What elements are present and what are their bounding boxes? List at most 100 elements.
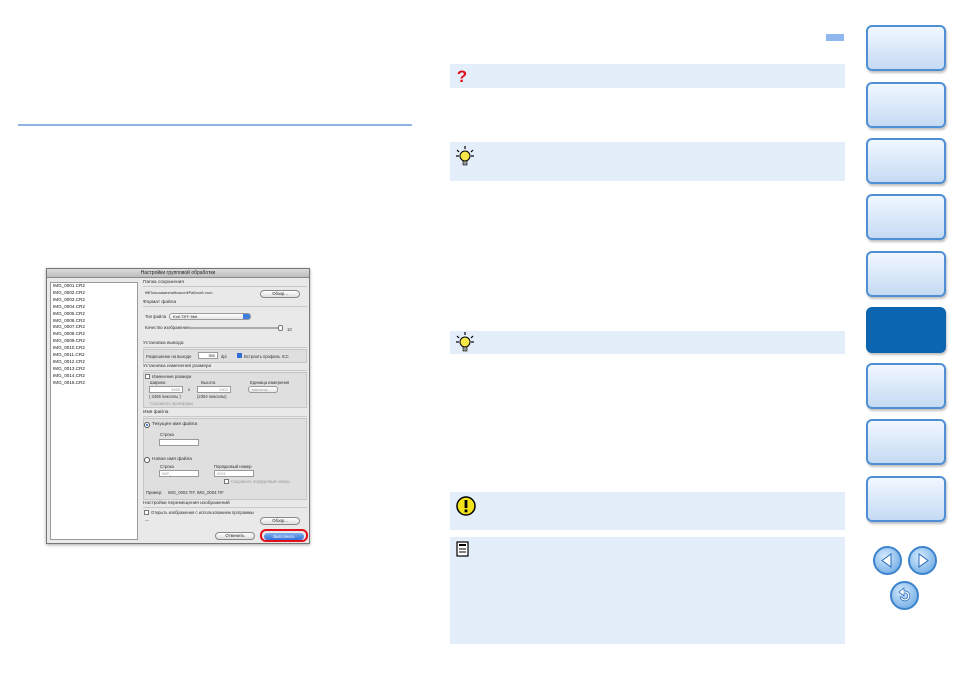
save-folder-path: ¥¥Пользователи¥canon¥Рабочий стол xyxy=(145,291,213,295)
file-list-item[interactable]: IMG_0014.CR2 xyxy=(51,373,137,380)
lightbulb-icon xyxy=(456,146,474,166)
x-sign: x xyxy=(188,387,191,392)
svg-text:?: ? xyxy=(457,68,467,84)
question-box: ? xyxy=(450,64,845,88)
quality-label: Качество изображения xyxy=(145,325,190,330)
resize-checkbox-label: Изменение размера xyxy=(152,374,192,379)
file-list-item[interactable]: IMG_0001.CR2 xyxy=(51,283,137,290)
filename-box: Текущее имя файла Строка Новое имя файла… xyxy=(143,418,307,500)
file-list-item[interactable]: IMG_0013.CR2 xyxy=(51,366,137,373)
execute-highlight: Выполнить xyxy=(260,529,308,542)
new-string-label: Строка xyxy=(160,464,174,469)
memo-icon xyxy=(456,541,469,557)
arrow-left-icon xyxy=(881,553,892,568)
tip-box-2 xyxy=(450,331,845,354)
quality-slider-thumb[interactable] xyxy=(278,325,283,331)
width-px: ( 3456 пикселы ) xyxy=(149,394,181,399)
chevron-down-icon xyxy=(243,314,250,319)
new-name-label: Новое имя файла xyxy=(152,457,192,462)
next-page-button[interactable] xyxy=(908,546,937,575)
arrow-right-icon xyxy=(918,553,929,568)
string-field[interactable] xyxy=(159,439,199,446)
file-type-label: Тип файла xyxy=(145,314,167,319)
open-with-label: Открыть изображения с использованием про… xyxy=(151,510,254,515)
execute-button[interactable]: Выполнить xyxy=(264,533,304,540)
nav-tab-6-active[interactable] xyxy=(866,307,946,353)
example-label: Пример: xyxy=(146,490,163,495)
keep-serial-checkbox[interactable] xyxy=(224,479,229,484)
file-type-select[interactable]: Exif-TIFF 8bit xyxy=(169,313,251,320)
quality-value: 10 xyxy=(287,327,292,332)
dialog-title: Настройки групповой обработки xyxy=(47,269,309,278)
resolution-label: Разрешение на выходе xyxy=(146,354,192,359)
new-string-field[interactable]: IMP_ xyxy=(159,470,199,477)
nav-tab-1[interactable] xyxy=(866,25,946,71)
nav-tab-4[interactable] xyxy=(866,194,946,240)
tip-box-1 xyxy=(450,142,845,181)
serial-label: Порядковый номер xyxy=(214,464,252,469)
file-list-item[interactable]: IMG_0008.CR2 xyxy=(51,331,137,338)
browse-button[interactable]: Обзор... xyxy=(260,290,300,298)
unit-select[interactable]: пикселы xyxy=(248,386,278,393)
return-icon xyxy=(898,587,911,602)
section-rule xyxy=(18,124,412,126)
output-box: Разрешение на выходе 350 dpi Встроить пр… xyxy=(143,349,307,363)
keep-serial-label: Сохранить порядковый номер xyxy=(231,479,290,484)
file-list-item[interactable]: IMG_0003.CR2 xyxy=(51,297,137,304)
file-list-item[interactable]: IMG_0010.CR2 xyxy=(51,345,137,352)
resize-box: Изменение размера Ширина Высота Единица … xyxy=(143,372,307,408)
file-list-item[interactable]: IMG_0004.CR2 xyxy=(51,304,137,311)
resolution-field[interactable]: 350 xyxy=(198,352,218,359)
save-folder-heading: Папка сохранения xyxy=(143,280,307,287)
lightbulb-icon xyxy=(456,332,474,352)
height-label: Высота xyxy=(201,380,216,385)
nav-tab-2[interactable] xyxy=(866,82,946,128)
prev-page-button[interactable] xyxy=(873,546,902,575)
current-name-radio[interactable] xyxy=(144,422,150,428)
caution-icon xyxy=(456,496,476,516)
resolution-unit: dpi xyxy=(221,354,227,359)
file-list-item[interactable]: IMG_0009.CR2 xyxy=(51,338,137,345)
quality-slider[interactable] xyxy=(188,325,283,331)
nav-tab-8[interactable] xyxy=(866,419,946,465)
cancel-button[interactable]: Отменить xyxy=(215,532,255,540)
file-list[interactable]: IMG_0001.CR2 IMG_0002.CR2 IMG_0003.CR2 IMG_… xyxy=(50,282,138,540)
transfer-dash: --- xyxy=(145,518,150,523)
note-box xyxy=(450,537,845,644)
icc-checkbox[interactable] xyxy=(237,353,242,358)
output-heading: Установка вывода xyxy=(143,341,307,348)
file-list-item[interactable]: IMG_0002.CR2 xyxy=(51,290,137,297)
file-list-item[interactable]: IMG_0012.CR2 xyxy=(51,359,137,366)
file-list-item[interactable]: IMG_0015.CR2 xyxy=(51,380,137,387)
resize-checkbox[interactable] xyxy=(145,374,150,379)
question-icon: ? xyxy=(457,68,467,84)
transfer-browse-button[interactable]: Обзор... xyxy=(260,517,300,525)
nav-tab-3[interactable] xyxy=(866,138,946,184)
nav-tab-5[interactable] xyxy=(866,251,946,297)
file-type-value: Exif-TIFF 8bit xyxy=(173,314,198,319)
new-name-radio[interactable] xyxy=(144,457,150,463)
icc-label: Встроить профиль ICC xyxy=(244,354,289,359)
open-with-checkbox[interactable] xyxy=(144,510,149,515)
file-format-heading: Формат файла xyxy=(143,300,307,307)
return-button[interactable] xyxy=(890,581,919,610)
keep-ratio-label: Сохранять пропорции xyxy=(150,401,193,406)
file-list-item[interactable]: IMG_0011.CR2 xyxy=(51,352,137,359)
nav-tab-9[interactable] xyxy=(866,476,946,522)
caution-box xyxy=(450,492,845,530)
settings-pane: Папка сохранения ¥¥Пользователи¥canon¥Ра… xyxy=(143,280,307,538)
page-marker xyxy=(826,34,844,41)
width-field[interactable]: 3456 xyxy=(149,386,183,393)
example-value: IMG_0002.TIF, IMG_0004.TIF xyxy=(168,490,224,495)
height-field[interactable]: 2304 xyxy=(197,386,231,393)
nav-tab-7[interactable] xyxy=(866,363,946,409)
string-label: Строка xyxy=(160,432,174,437)
width-label: Ширина xyxy=(150,380,166,385)
resize-heading: Установка изменения размера xyxy=(143,364,307,371)
serial-field[interactable]: 0001 xyxy=(214,470,254,477)
height-px: (2304 пикселы) xyxy=(197,394,227,399)
transfer-heading: Настройки перемещения изображений xyxy=(143,501,307,508)
file-list-item[interactable]: IMG_0007.CR2 xyxy=(51,324,137,331)
file-list-item[interactable]: IMG_0005.CR2 xyxy=(51,311,137,318)
file-list-item[interactable]: IMG_0006.CR2 xyxy=(51,318,137,325)
